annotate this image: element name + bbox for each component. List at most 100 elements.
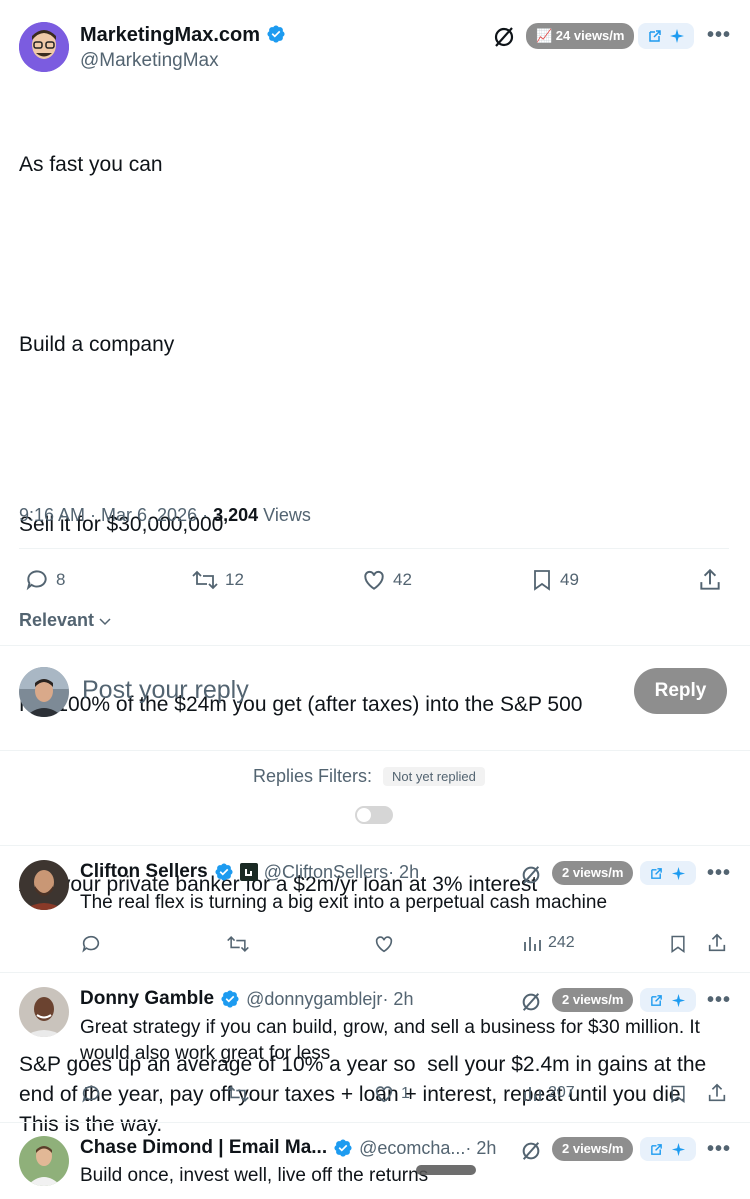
tweet-timestamp[interactable]: 9:16 AM · Mar 6, 2026 · — [19, 505, 213, 525]
filter-toggle[interactable] — [355, 806, 393, 824]
more-options-icon[interactable]: ••• — [707, 862, 731, 885]
more-options-icon[interactable]: ••• — [707, 24, 731, 47]
my-avatar[interactable] — [19, 667, 69, 717]
share-action[interactable] — [697, 567, 723, 593]
reply-author-handle[interactable]: @CliftonSellers — [264, 862, 388, 883]
views-action[interactable]: 242 — [522, 933, 575, 953]
views-count: 242 — [548, 934, 575, 951]
author-name[interactable]: MarketingMax.com — [80, 24, 286, 47]
repost-action[interactable] — [226, 1083, 250, 1105]
analytics-icon — [524, 937, 541, 951]
reply-action[interactable]: 8 — [24, 567, 65, 593]
reply-time[interactable]: · 2h — [388, 862, 419, 883]
bookmark-icon[interactable] — [668, 1083, 688, 1105]
heart-icon — [375, 936, 393, 953]
verified-icon — [334, 1139, 352, 1157]
author-avatar[interactable] — [19, 22, 69, 72]
views-rate-badge: 2 views/m — [552, 861, 634, 885]
divider — [0, 645, 750, 646]
heart-icon — [375, 1086, 393, 1103]
share-icon[interactable] — [706, 932, 728, 954]
like-action[interactable]: 42 — [361, 567, 412, 593]
repost-icon — [227, 936, 249, 952]
reply-time[interactable]: · 2h — [382, 989, 413, 1010]
grok-icon[interactable] — [520, 864, 542, 886]
tweet-line: Build a company — [19, 333, 175, 356]
reply-avatar[interactable] — [19, 987, 69, 1037]
external-link-icon[interactable] — [648, 29, 662, 43]
extension-pill[interactable] — [640, 861, 696, 885]
repost-icon — [227, 1086, 249, 1102]
tweet-meta: 9:16 AM · Mar 6, 2026 · 3,204 Views — [19, 505, 311, 526]
sparkle-icon[interactable] — [671, 1142, 686, 1157]
reply-author-handle[interactable]: @donnygamblejr — [246, 989, 382, 1010]
repost-count: 12 — [225, 570, 244, 589]
like-action[interactable]: 1 — [373, 1083, 410, 1105]
reply-action[interactable] — [80, 1083, 102, 1105]
analytics-icon — [524, 1087, 541, 1101]
more-options-icon[interactable]: ••• — [707, 1138, 731, 1161]
repost-action[interactable] — [226, 933, 250, 955]
sparkle-icon[interactable] — [669, 28, 685, 44]
reply-count: 8 — [56, 570, 66, 589]
reply-time[interactable]: · 2h — [465, 1138, 496, 1159]
extension-pill[interactable] — [638, 23, 694, 49]
views-rate-badge: 2 views/m — [552, 988, 634, 1012]
verified-icon — [215, 863, 233, 881]
reply-author-handle[interactable]: @ecomcha... — [359, 1138, 465, 1159]
reply-avatar[interactable] — [19, 860, 69, 910]
tweet-line: As fast you can — [19, 153, 163, 176]
grok-icon[interactable] — [520, 991, 542, 1013]
extension-pill[interactable] — [640, 1137, 696, 1161]
bookmark-action[interactable]: 49 — [530, 567, 579, 593]
views-rate-badge: 📈 24 views/m — [526, 23, 635, 49]
reply-button[interactable]: Reply — [634, 668, 727, 714]
reply-header: Clifton Sellers @CliftonSellers · 2h — [80, 861, 419, 883]
heart-icon — [364, 570, 384, 590]
external-link-icon[interactable] — [650, 1143, 663, 1156]
repost-action[interactable]: 12 — [191, 567, 244, 593]
reply-author-name[interactable]: Clifton Sellers — [80, 861, 208, 883]
more-options-icon[interactable]: ••• — [707, 989, 731, 1012]
divider — [19, 548, 729, 549]
reply-action[interactable] — [80, 933, 102, 955]
reply-avatar[interactable] — [19, 1136, 69, 1186]
reply-icon — [82, 935, 100, 953]
divider — [0, 845, 750, 846]
verified-icon — [221, 990, 239, 1008]
reply-icon — [26, 570, 47, 591]
external-link-icon[interactable] — [650, 994, 663, 1007]
my-avatar-image — [19, 667, 69, 717]
bookmark-count: 49 — [560, 570, 579, 589]
sparkle-icon[interactable] — [671, 993, 686, 1008]
bookmark-icon[interactable] — [668, 933, 688, 955]
views-count: 3,204 — [213, 505, 259, 525]
repost-icon — [192, 570, 218, 590]
views-action[interactable]: 207 — [522, 1083, 575, 1103]
extension-pill[interactable] — [640, 988, 696, 1012]
grok-icon[interactable] — [520, 1140, 542, 1162]
filter-chip-not-yet-replied[interactable]: Not yet replied — [383, 767, 485, 786]
external-link-icon[interactable] — [650, 867, 663, 880]
divider — [0, 972, 750, 973]
sparkle-icon[interactable] — [671, 866, 686, 881]
grok-icon[interactable] — [492, 25, 516, 49]
reply-header: Chase Dimond | Email Ma... @ecomcha... ·… — [80, 1137, 496, 1159]
share-icon[interactable] — [706, 1082, 728, 1104]
reply-input[interactable]: Post your reply — [82, 676, 249, 705]
share-icon — [700, 568, 720, 590]
replies-filters-label: Replies Filters: — [253, 766, 373, 786]
divider — [0, 1122, 750, 1123]
reply-author-name[interactable]: Donny Gamble — [80, 988, 214, 1010]
like-count: 1 — [401, 1085, 410, 1102]
sort-dropdown[interactable]: Relevant — [19, 610, 112, 631]
reply-avatar-image — [19, 860, 69, 910]
reply-author-name[interactable]: Chase Dimond | Email Ma... — [80, 1137, 327, 1159]
reply-avatar-image — [19, 1136, 69, 1186]
author-handle[interactable]: @MarketingMax — [80, 50, 219, 72]
like-action[interactable] — [373, 933, 401, 955]
reply-text: Great strategy if you can build, grow, a… — [80, 1017, 700, 1064]
reply-text: The real flex is turning a big exit into… — [80, 892, 608, 913]
affiliate-badge-icon — [239, 863, 258, 881]
divider — [0, 750, 750, 751]
